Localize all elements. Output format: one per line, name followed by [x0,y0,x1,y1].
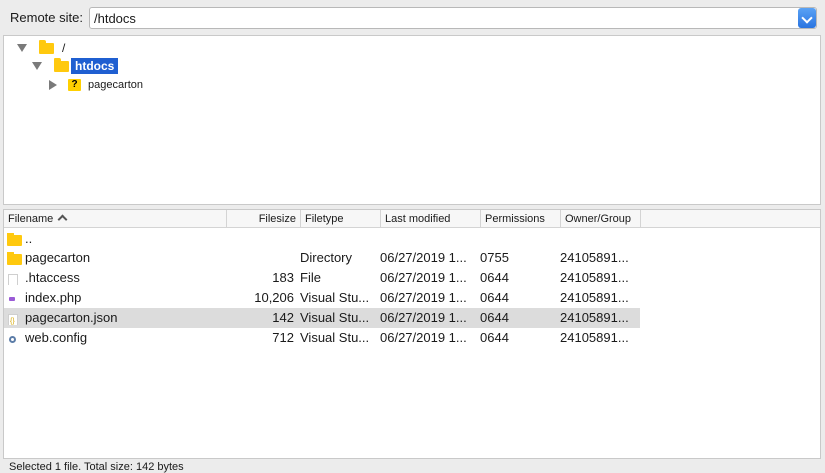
file-icon [6,272,22,285]
sort-ascending-icon [57,214,68,225]
folder-icon [39,39,54,54]
tree-item-label: pagecarton [88,79,144,91]
column-header-last-modified[interactable]: Last modified [381,210,481,228]
expand-triangle-icon[interactable] [17,44,27,52]
remote-site-dropdown-button[interactable] [798,8,816,28]
folder-unknown-icon: ? [68,79,81,91]
folder-icon [6,233,22,246]
tree-item-label: htdocs [71,58,119,74]
tree-item-label: / [62,41,66,55]
collapse-triangle-icon[interactable] [49,80,57,90]
column-header-filetype[interactable]: Filetype [301,210,381,228]
status-bar: Selected 1 file. Total size: 142 bytes [0,459,825,473]
tree-item-pagecarton[interactable]: ? pagecarton [49,76,147,94]
status-text: Selected 1 file. Total size: 142 bytes [9,461,184,473]
remote-site-label: Remote site: [10,10,83,25]
php-file-icon [6,292,22,305]
remote-file-list[interactable]: Filename Filesize Filetype Last modified… [3,209,821,459]
remote-site-input[interactable] [89,7,817,29]
column-header-permissions[interactable]: Permissions [481,210,561,228]
column-header-filesize[interactable]: Filesize [227,210,301,228]
config-file-icon [6,332,22,345]
tree-item-htdocs[interactable]: htdocs [32,57,119,75]
json-file-icon: {} [6,312,22,325]
remote-site-bar: Remote site: [0,0,825,34]
file-row-web-config[interactable]: web.config 712 Visual Stu... 06/27/2019 … [4,328,640,348]
file-row-parent[interactable]: .. [4,229,640,249]
expand-triangle-icon[interactable] [32,62,42,70]
column-header-owner-group[interactable]: Owner/Group [561,210,641,228]
folder-icon [54,57,69,72]
tree-item-root[interactable]: / [17,39,69,57]
file-row-index-php[interactable]: index.php 10,206 Visual Stu... 06/27/201… [4,288,640,308]
column-header-filename[interactable]: Filename [4,210,227,228]
file-row-pagecarton[interactable]: pagecarton Directory 06/27/2019 1... 075… [4,248,640,268]
remote-directory-tree[interactable]: / htdocs ? pagecarton [3,35,821,205]
file-list-header: Filename Filesize Filetype Last modified… [4,210,820,228]
file-row-pagecarton-json[interactable]: {} pagecarton.json 142 Visual Stu... 06/… [4,308,640,328]
file-row-htaccess[interactable]: .htaccess 183 File 06/27/2019 1... 0644 … [4,268,640,288]
folder-icon [6,252,22,265]
